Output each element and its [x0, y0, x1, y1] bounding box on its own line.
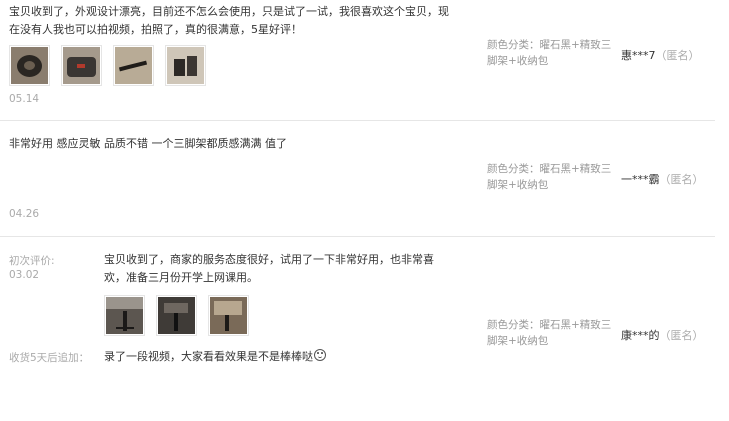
anonymous-tag: （匿名）: [655, 49, 700, 62]
review-photo[interactable]: [113, 45, 154, 86]
reviewer-name: 一***霸: [621, 173, 660, 186]
sku-info: 颜色分类：曜石黑+精致三脚架+收纳包: [487, 163, 612, 191]
review-photos: [104, 295, 249, 336]
review-photos: [9, 45, 206, 86]
review-date: 05.14: [9, 93, 40, 105]
review-photo[interactable]: [61, 45, 102, 86]
review-photo[interactable]: [208, 295, 249, 336]
review-text: 非常好用 感应灵敏 品质不错 一个三脚架都质感满满 值了: [9, 137, 287, 150]
anonymous-tag: （匿名）: [659, 173, 704, 186]
review-text: 宝贝收到了，商家的服务态度很好，试用了一下非常好用，也非常喜欢，准备三月份开学上…: [104, 253, 434, 284]
divider: [0, 120, 715, 121]
followup-text: 录了一段视频，大家看看效果是不是棒棒哒: [104, 348, 464, 366]
followup-label: 收货5天后追加：: [9, 352, 90, 364]
smiley-icon: [314, 349, 326, 361]
sku-info: 颜色分类：曜石黑+精致三脚架+收纳包: [487, 39, 612, 67]
sku-info: 颜色分类：曜石黑+精致三脚架+收纳包: [487, 319, 612, 347]
review-text: 宝贝收到了，外观设计漂亮，目前还不怎么会使用，只是试了一试，我很喜欢这个宝贝，现…: [9, 5, 449, 36]
review-photo[interactable]: [165, 45, 206, 86]
reviewer-name: 康***的: [621, 329, 660, 342]
reviewer-name: 惠***7: [621, 49, 656, 62]
reviewer: 惠***7（匿名）: [621, 47, 700, 63]
divider: [0, 236, 715, 237]
review-photo[interactable]: [156, 295, 197, 336]
review-photo[interactable]: [9, 45, 50, 86]
review-date: 03.02: [9, 269, 40, 281]
review-photo[interactable]: [104, 295, 145, 336]
initial-review-label: 初次评价:: [9, 255, 55, 267]
anonymous-tag: （匿名）: [659, 329, 704, 342]
followup-content: 录了一段视频，大家看看效果是不是棒棒哒: [104, 350, 313, 363]
review-date: 04.26: [9, 208, 40, 220]
reviewer: 康***的（匿名）: [621, 327, 704, 343]
reviewer: 一***霸（匿名）: [621, 171, 704, 187]
